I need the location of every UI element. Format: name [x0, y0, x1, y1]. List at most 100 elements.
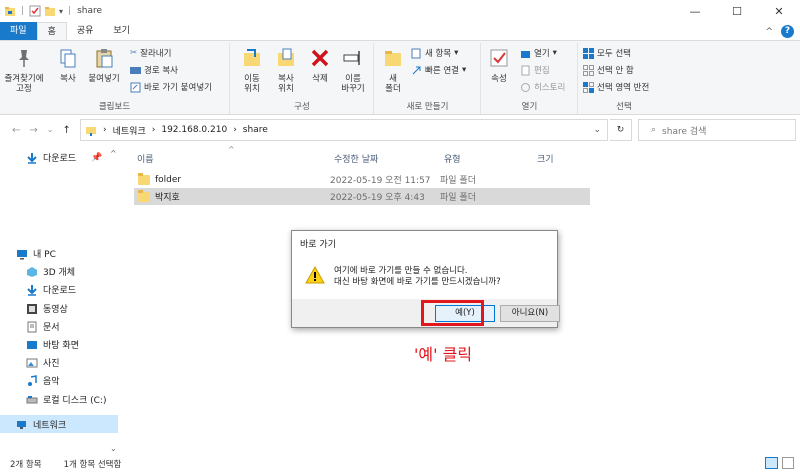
download-arrow-icon — [27, 284, 37, 296]
search-input[interactable]: ⌕ share 검색 — [638, 119, 796, 141]
breadcrumb-share[interactable]: share — [243, 125, 268, 135]
tab-view[interactable]: 보기 — [103, 22, 140, 40]
address-field[interactable]: › 네트워크 › 192.168.0.210 › share ⌄ — [80, 119, 608, 141]
select-none-button[interactable]: 선택 안 함 — [583, 64, 634, 76]
file-name: folder — [155, 174, 182, 185]
invert-selection-icon — [583, 81, 594, 93]
open-button[interactable]: 열기 ▾ — [520, 47, 557, 59]
breadcrumb-host[interactable]: 192.168.0.210 — [161, 125, 227, 135]
navigation-pane: 다운로드 📌 내 PC 3D 개체 다운로드 동영상 문서 바탕 화면 사진 음… — [0, 145, 124, 455]
file-name-cell: 박지호 — [134, 189, 314, 203]
rename-icon — [343, 51, 360, 65]
column-header-size[interactable]: 크기 — [537, 152, 554, 165]
move-to-icon — [244, 49, 260, 66]
copy-to-label: 복사 위치 — [278, 74, 294, 94]
nav-item-label: 내 PC — [33, 250, 56, 260]
nav-item-downloads[interactable]: 다운로드 — [26, 283, 76, 296]
search-placeholder: share 검색 — [662, 126, 707, 137]
properties-button[interactable]: 속성 — [484, 45, 514, 84]
invert-selection-button[interactable]: 선택 영역 반전 — [583, 81, 649, 93]
select-all-button[interactable]: 모두 선택 — [583, 47, 631, 59]
chevron-down-icon: ▾ — [454, 48, 459, 58]
pin-quick-access-button[interactable]: 즐겨찾기에 고정 — [4, 45, 44, 94]
column-header-date[interactable]: 수정한 날짜 — [334, 152, 378, 165]
new-item-button[interactable]: 새 항목 ▾ — [411, 47, 458, 59]
nav-item-videos[interactable]: 동영상 — [26, 302, 68, 315]
ribbon-tabs: 파일 홈 공유 보기 ^ ? — [0, 22, 800, 40]
explorer-icon[interactable] — [4, 5, 16, 17]
close-button[interactable]: ✕ — [758, 0, 800, 22]
forward-arrow-icon[interactable]: → — [29, 125, 37, 136]
tab-share[interactable]: 공유 — [67, 22, 104, 40]
nav-item-desktop[interactable]: 바탕 화면 — [26, 338, 79, 351]
quick-access-toolbar: | ▾ | — [0, 5, 73, 17]
delete-button[interactable]: 삭제 — [305, 45, 335, 84]
nav-pane-scrollbar[interactable]: ^ ⌄ — [108, 145, 120, 455]
recent-chevron-icon[interactable]: ⌄ — [47, 125, 54, 136]
copy-to-button[interactable]: 복사 위치 — [269, 45, 303, 94]
window-controls: — ☐ ✕ — [674, 0, 800, 22]
sort-ascending-icon: ^ — [228, 145, 235, 154]
nav-item-documents[interactable]: 문서 — [26, 320, 60, 333]
select-group: 모두 선택 선택 안 함 선택 영역 반전 선택 — [579, 43, 669, 114]
move-to-button[interactable]: 이동 위치 — [235, 45, 269, 94]
tab-file[interactable]: 파일 — [0, 22, 37, 40]
pin-icon — [19, 50, 29, 67]
nav-item-this-pc[interactable]: 내 PC — [16, 247, 56, 260]
nav-item-pictures[interactable]: 사진 — [26, 356, 60, 369]
dialog-body: 여기에 바로 가기를 만들 수 없습니다. 대신 바탕 화면에 바로 가기를 만… — [292, 255, 557, 301]
table-row[interactable]: 박지호 2022-05-19 오후 4:43 파일 폴더 — [134, 188, 590, 205]
large-icons-view-icon[interactable] — [782, 457, 794, 469]
easy-access-button[interactable]: 빠른 연결 ▾ — [411, 64, 466, 76]
download-arrow-icon — [27, 152, 37, 164]
nav-item-label: 음악 — [43, 377, 60, 387]
table-row[interactable]: folder 2022-05-19 오전 11:57 파일 폴더 — [134, 171, 590, 188]
new-folder-button[interactable]: 새 폴더 — [379, 45, 407, 94]
scroll-up-icon[interactable]: ^ — [110, 149, 117, 158]
breadcrumb-network[interactable]: 네트워크 — [113, 124, 146, 137]
new-folder-icon[interactable] — [44, 5, 56, 17]
column-header-name[interactable]: 이름 — [137, 152, 154, 165]
nav-item-local-disk[interactable]: 로컬 디스크 (C:) — [26, 393, 106, 406]
minimize-button[interactable]: — — [674, 0, 716, 22]
copy-path-button[interactable]: 경로 복사 — [130, 64, 178, 76]
customize-dropdown-icon[interactable]: ▾ — [59, 7, 63, 16]
back-arrow-icon[interactable]: ← — [12, 125, 20, 136]
drive-icon — [26, 395, 38, 403]
nav-item-3d-objects[interactable]: 3D 개체 — [26, 265, 75, 278]
properties-check-icon[interactable] — [29, 5, 41, 17]
nav-item-music[interactable]: 음악 — [26, 374, 60, 387]
refresh-button[interactable]: ↻ — [610, 119, 632, 141]
help-icon[interactable]: ? — [781, 25, 794, 38]
warning-icon — [305, 266, 325, 284]
tab-home[interactable]: 홈 — [36, 22, 67, 40]
nav-item-network[interactable]: 네트워크 — [0, 415, 118, 433]
address-dropdown-icon[interactable]: ⌄ — [593, 125, 601, 135]
paste-shortcut-label: 바로 가기 붙여넣기 — [144, 83, 212, 93]
delete-label: 삭제 — [312, 74, 328, 84]
document-icon — [27, 321, 37, 332]
file-date: 2022-05-19 오후 4:43 — [330, 193, 425, 203]
no-button[interactable]: 아니요(N) — [500, 305, 560, 322]
paste-button[interactable]: 붙여넣기 — [86, 45, 122, 84]
clipboard-group: 즐겨찾기에 고정 복사 붙여넣기 ✂ 잘라내기 경로 복사 바로 가기 붙여넣기… — [0, 43, 230, 114]
scroll-down-icon[interactable]: ⌄ — [110, 444, 117, 453]
nav-item-label: 다운로드 — [43, 154, 77, 164]
selected-count: 1개 항목 선택함 — [63, 459, 122, 470]
network-folder-icon — [86, 127, 96, 136]
nav-item-downloads-pinned[interactable]: 다운로드 📌 — [26, 151, 102, 164]
up-arrow-icon[interactable]: ↑ — [62, 125, 70, 136]
details-view-icon[interactable] — [765, 457, 778, 469]
rename-button[interactable]: 이름 바꾸기 — [335, 45, 371, 94]
copy-button[interactable]: 복사 — [55, 45, 81, 84]
column-header-type[interactable]: 유형 — [444, 152, 461, 165]
expand-ribbon-icon[interactable]: ^ — [765, 27, 773, 37]
address-bar-row: ← → ⌄ ↑ › 네트워크 › 192.168.0.210 › share ⌄… — [0, 115, 800, 145]
maximize-button[interactable]: ☐ — [716, 0, 758, 22]
organize-group: 이동 위치 복사 위치 삭제 이름 바꾸기 구성 — [231, 43, 374, 114]
file-date: 2022-05-19 오전 11:57 — [330, 176, 431, 186]
cut-button[interactable]: ✂ 잘라내기 — [130, 47, 171, 59]
rename-label: 이름 바꾸기 — [341, 74, 365, 94]
desktop-icon — [27, 340, 37, 349]
paste-shortcut-button[interactable]: 바로 가기 붙여넣기 — [130, 81, 212, 93]
